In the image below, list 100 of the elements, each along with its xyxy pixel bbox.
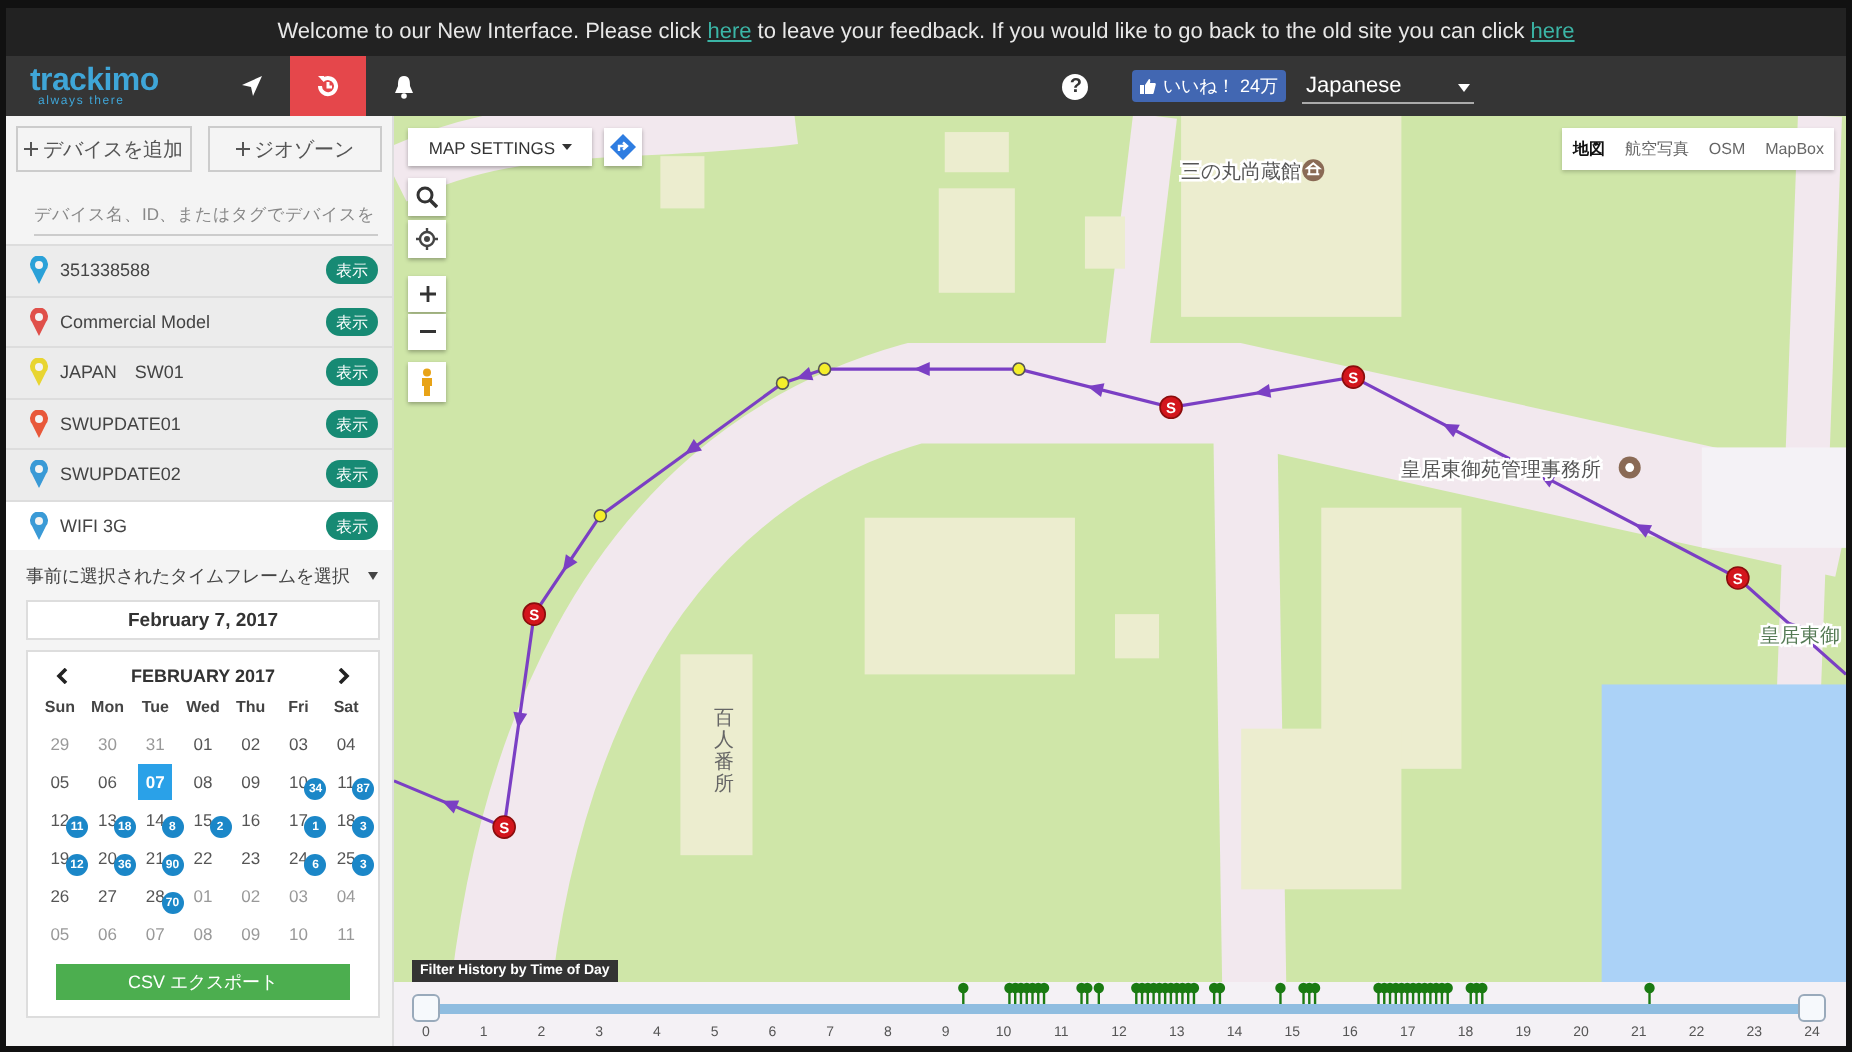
device-row[interactable]: SWUPDATE01 表示 <box>6 397 392 448</box>
calendar-day[interactable]: 04 <box>336 733 356 753</box>
crosshair-icon <box>416 228 438 250</box>
calendar-day[interactable]: 08 <box>193 771 213 791</box>
calendar-day[interactable]: 14 <box>145 809 165 829</box>
search-button[interactable] <box>408 178 446 216</box>
history-icon <box>314 72 342 100</box>
plus-icon <box>419 286 435 302</box>
plus-icon <box>235 142 250 156</box>
caret-icon <box>1458 83 1470 91</box>
weekday-label: Mon <box>89 696 126 720</box>
calendar-day[interactable]: 16 <box>241 809 261 829</box>
zoom-in-button[interactable] <box>408 276 446 312</box>
place-icon <box>1618 456 1641 479</box>
weekday-label: Thu <box>234 696 268 720</box>
logo-text: trackimo <box>30 65 161 95</box>
device-name: SWUPDATE02 <box>60 464 183 485</box>
weekday-label: Fri <box>286 696 311 720</box>
map-type-tab[interactable]: 航空写真 <box>1614 128 1699 170</box>
calendar-day[interactable]: 19 <box>50 847 70 867</box>
building <box>1115 614 1160 659</box>
calendar-day[interactable]: 23 <box>241 847 261 867</box>
show-button[interactable]: 表示 <box>326 460 378 489</box>
building <box>660 156 705 209</box>
device-row[interactable]: JAPAN SW01 表示 <box>6 346 392 397</box>
add-device-button[interactable]: デバイスを追加 <box>16 126 191 172</box>
map-place-label: 百人番所 <box>714 708 734 796</box>
device-name: SWUPDATE01 <box>60 413 183 434</box>
calendar-day[interactable]: 21 <box>145 847 165 867</box>
calendar-day[interactable]: 01 <box>193 733 213 753</box>
weekday-label: Wed <box>184 696 222 720</box>
map-type-tab[interactable]: OSM <box>1698 128 1756 170</box>
track-point-dot <box>775 376 790 390</box>
caret-icon <box>561 144 572 150</box>
previous-month-icon[interactable] <box>56 668 68 684</box>
device-name: Commercial Model <box>60 311 213 332</box>
caret-icon <box>368 572 378 580</box>
range-handle[interactable] <box>1798 994 1826 1022</box>
calendar-day[interactable]: 12 <box>50 809 70 829</box>
calendar-day[interactable]: 27 <box>98 885 117 905</box>
weekday-label: Sat <box>331 696 361 720</box>
directions-button[interactable] <box>604 128 642 166</box>
like-button[interactable]: いいね！ 24万 <box>1132 70 1286 102</box>
here-link[interactable]: here <box>707 20 752 44</box>
weekday-label: Sun <box>42 696 77 720</box>
range-handle[interactable] <box>412 994 440 1022</box>
directions-icon <box>610 134 636 160</box>
show-button[interactable]: 表示 <box>326 307 378 336</box>
device-row[interactable]: Commercial Model 表示 <box>6 295 392 346</box>
show-button[interactable]: 表示 <box>326 358 378 387</box>
search-icon <box>416 186 438 208</box>
show-button[interactable]: 表示 <box>326 256 378 285</box>
here-link[interactable]: here <box>1530 20 1575 44</box>
track-point-dot <box>593 508 608 523</box>
map-type-tab[interactable]: 地図 <box>1562 128 1615 170</box>
plus-icon <box>24 142 39 156</box>
navigation-arrow-icon <box>240 74 264 98</box>
welcome-banner-text: Welcome to our New Interface. Please click here to leave your feedback. If you would like to go back to the old site you can click here <box>277 20 1575 44</box>
show-button[interactable]: 表示 <box>326 511 378 540</box>
device-row[interactable]: WIFI 3G 表示 <box>6 499 392 550</box>
map-type-tab[interactable]: MapBox <box>1755 128 1834 170</box>
locate-button[interactable] <box>408 220 446 258</box>
person-icon <box>420 368 434 396</box>
calendar-day[interactable]: 28 <box>145 885 165 905</box>
next-month-icon[interactable] <box>338 668 350 684</box>
date-field[interactable]: February 7, 2017 <box>26 600 380 640</box>
calendar-day[interactable]: 13 <box>98 809 117 829</box>
device-row[interactable]: 351338588 表示 <box>6 244 392 295</box>
calendar-day[interactable]: 05 <box>50 771 70 791</box>
minus-icon <box>419 330 435 334</box>
device-name: WIFI 3G <box>60 515 129 536</box>
calendar-day[interactable]: 22 <box>193 847 213 867</box>
timeframe-select[interactable]: 事前に選択されたタイムフレームを選択 <box>26 558 378 594</box>
device-name: JAPAN SW01 <box>60 359 186 386</box>
museum-icon <box>1302 159 1325 182</box>
track-point-dot <box>1012 362 1026 376</box>
calendar-day[interactable]: 06 <box>98 771 117 791</box>
map-place-label: 三の丸尚蔵館 <box>1181 162 1301 185</box>
show-button[interactable]: 表示 <box>326 409 378 438</box>
device-row[interactable]: SWUPDATE02 表示 <box>6 448 392 499</box>
help-icon[interactable]: ? <box>1062 73 1089 99</box>
language-select[interactable]: Japanese <box>1302 69 1474 103</box>
calendar-day[interactable]: 17 <box>288 809 308 829</box>
calendar-day[interactable]: 15 <box>193 809 213 829</box>
building <box>944 132 1009 173</box>
calendar-day[interactable]: 09 <box>241 771 261 791</box>
building <box>1084 216 1125 269</box>
geozone-button[interactable]: ジオゾーン <box>207 126 382 172</box>
calendar-day[interactable]: 11 <box>337 771 355 791</box>
calendar-day[interactable]: 03 <box>288 733 308 753</box>
device-search-field[interactable]: デバイス名、ID、またはタグでデバイスを <box>34 192 378 236</box>
calendar-month: FEBRUARY 2017 <box>130 666 276 686</box>
calendar-day[interactable]: 02 <box>241 733 261 753</box>
map-settings-button[interactable]: MAP SETTINGS <box>408 128 592 166</box>
calendar-day[interactable]: 26 <box>50 885 70 905</box>
track-point-dot <box>817 362 832 376</box>
calendar-day[interactable]: 20 <box>98 847 117 867</box>
building <box>938 188 1015 293</box>
zoom-out-button[interactable] <box>408 314 446 350</box>
weekday-label: Tue <box>139 696 171 720</box>
